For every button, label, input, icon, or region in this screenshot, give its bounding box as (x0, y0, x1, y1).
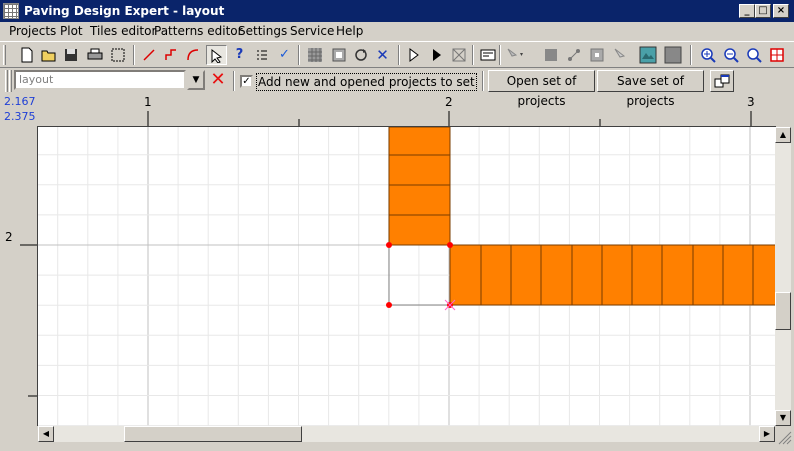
resize-grip[interactable] (775, 426, 794, 448)
save-set-button[interactable]: Save set of projects (597, 70, 704, 108)
check-icon[interactable]: ✓ (274, 45, 295, 65)
toolbar-separator (398, 45, 400, 65)
zoom-out-icon[interactable] (720, 45, 741, 65)
grid-pattern-icon[interactable] (304, 45, 325, 65)
horizontal-scroll-thumb[interactable] (124, 426, 302, 442)
close-button[interactable]: × (773, 4, 789, 18)
polyline-icon[interactable] (160, 45, 181, 65)
print-icon[interactable] (84, 45, 105, 65)
minimize-button[interactable]: _ (739, 4, 755, 18)
zoom-in-icon[interactable] (697, 45, 718, 65)
toolbar-separator (499, 45, 501, 65)
vertical-ruler: 2 (0, 127, 38, 427)
title-bar: Paving Design Expert - layout _ □ × (0, 0, 794, 22)
menu-plot[interactable]: Plot (60, 24, 83, 39)
cross-icon[interactable]: ✕ (372, 45, 393, 65)
menu-tiles-editor[interactable]: Tiles editor (90, 24, 156, 39)
horizontal-tile-row[interactable] (449, 244, 775, 306)
vertical-scroll-thumb[interactable] (775, 292, 791, 330)
x-coordinate: 2.167 (4, 95, 36, 108)
new-icon[interactable] (16, 45, 37, 65)
teal-image-icon[interactable] (637, 45, 658, 65)
envelope-icon[interactable] (477, 45, 498, 65)
toolbar2-grip[interactable] (9, 70, 12, 92)
chevron-down-icon[interactable]: ▼ (187, 70, 205, 90)
menu-settings[interactable]: Settings (238, 24, 287, 39)
frame-red-icon[interactable] (766, 45, 787, 65)
checklist-icon[interactable] (251, 45, 272, 65)
main-toolbar: ? ✓ ✕ (0, 41, 794, 68)
menu-patterns-editor[interactable]: Patterns editor (154, 24, 243, 39)
menu-help[interactable]: Help (336, 24, 363, 39)
window-title: Paving Design Expert - layout (24, 4, 225, 18)
maximize-button[interactable]: □ (755, 4, 771, 18)
rotate-icon[interactable] (350, 45, 371, 65)
toolbar-separator (298, 45, 300, 65)
toolbar-separator (690, 45, 692, 65)
close-icon[interactable]: ✕ (207, 70, 229, 90)
y-coordinate: 2.375 (4, 110, 36, 123)
line-icon[interactable] (138, 45, 159, 65)
save-icon[interactable] (60, 45, 81, 65)
ruler-label: 2 (445, 95, 453, 109)
horizontal-scrollbar[interactable]: ◀ ▶ (38, 426, 775, 442)
add-projects-label[interactable]: Add new and opened projects to set (256, 73, 477, 91)
gray-square-icon[interactable] (662, 45, 683, 65)
app-icon (3, 3, 19, 19)
scroll-down-button[interactable]: ▼ (775, 410, 791, 426)
window-arrange-icon[interactable] (710, 70, 734, 92)
zoom-fit-icon[interactable] (743, 45, 764, 65)
toolbar-separator (482, 71, 484, 91)
toolbar2-grip[interactable] (5, 70, 8, 92)
help-cursor-icon[interactable]: ? (229, 45, 250, 65)
filled-square-icon[interactable] (540, 45, 561, 65)
scroll-right-button[interactable]: ▶ (759, 426, 775, 442)
add-projects-checkbox[interactable]: ✓ (240, 75, 253, 88)
box-x-icon[interactable] (448, 45, 469, 65)
tile-icon[interactable] (328, 45, 349, 65)
toolbar-separator (472, 45, 474, 65)
select-pointer-icon[interactable] (206, 45, 227, 65)
ruler-label: 2 (5, 230, 13, 244)
vertical-scrollbar[interactable]: ▲ ▼ (775, 127, 791, 426)
horizontal-ruler: 1 2 3 (38, 95, 775, 127)
vertex-handle[interactable] (447, 242, 453, 248)
select-rect-icon[interactable] (107, 45, 128, 65)
arc-icon[interactable] (182, 45, 203, 65)
menu-projects[interactable]: Projects (9, 24, 56, 39)
play-icon[interactable] (426, 45, 447, 65)
ruler-label: 1 (144, 95, 152, 109)
toolbar-grip[interactable] (3, 45, 6, 65)
design-canvas[interactable] (38, 127, 775, 426)
vertex-handle[interactable] (386, 242, 392, 248)
vertex-handle[interactable] (386, 302, 392, 308)
scroll-up-button[interactable]: ▲ (775, 127, 791, 143)
pointer-x-icon[interactable] (609, 45, 630, 65)
ruler-label: 3 (747, 95, 755, 109)
vertical-tile-column[interactable] (388, 127, 451, 246)
arrow-select-icon[interactable] (504, 45, 525, 65)
scroll-left-button[interactable]: ◀ (38, 426, 54, 442)
open-icon[interactable] (38, 45, 59, 65)
menu-service[interactable]: Service (290, 24, 334, 39)
canvas-drawing (38, 127, 775, 426)
center-icon[interactable] (586, 45, 607, 65)
menu-bar: Projects Plot Tiles editor Patterns edit… (0, 22, 794, 41)
node-icon[interactable] (563, 45, 584, 65)
toolbar-separator (233, 71, 235, 91)
open-set-button[interactable]: Open set of projects (488, 70, 595, 108)
layout-select[interactable]: layout (14, 70, 186, 90)
toolbar-separator (133, 45, 135, 65)
play-pointer-icon[interactable] (404, 45, 425, 65)
